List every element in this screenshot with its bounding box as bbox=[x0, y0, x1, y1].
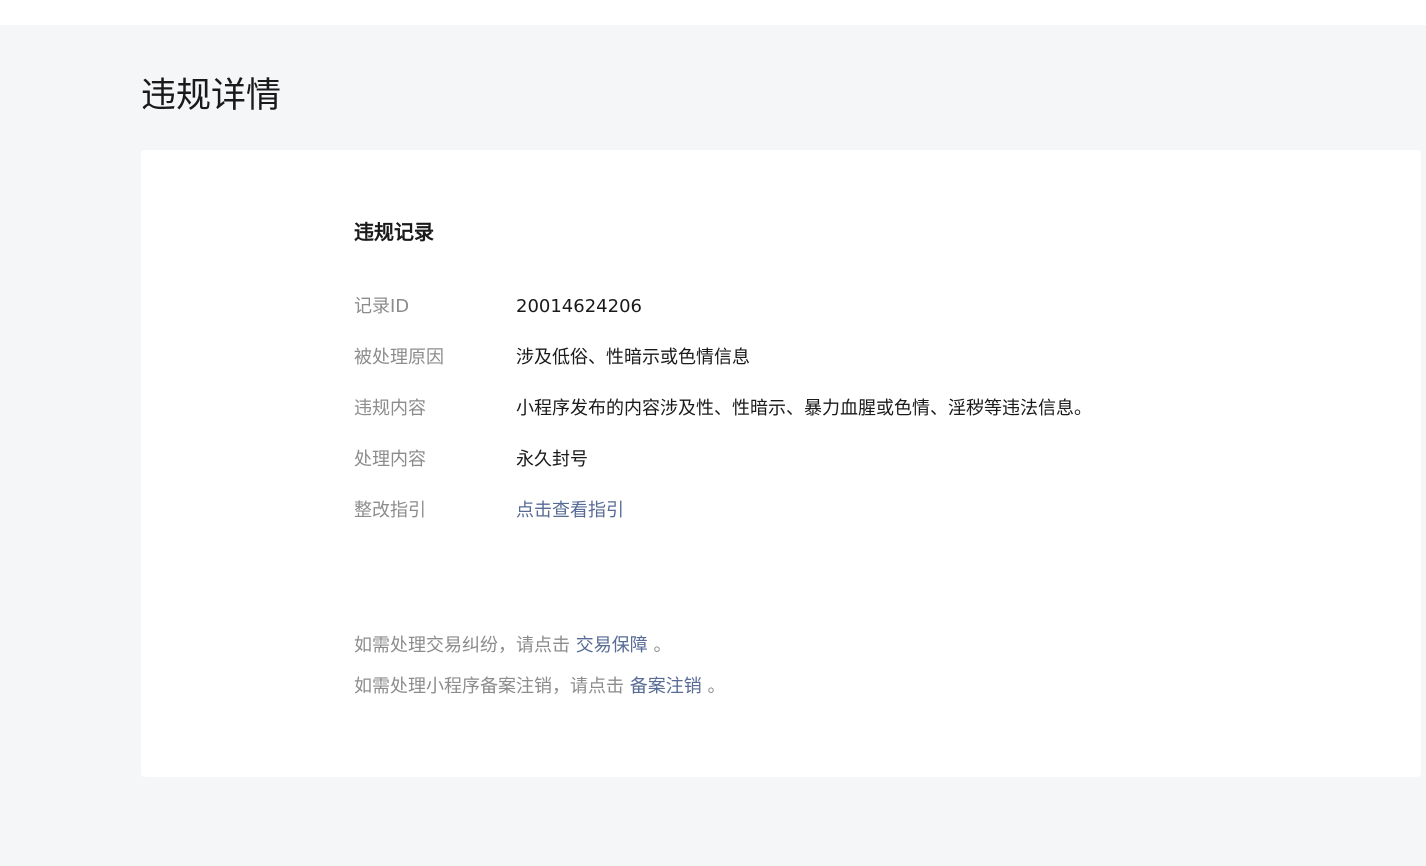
note-filing-cancel-prefix: 如需处理小程序备案注销，请点击 bbox=[354, 676, 630, 697]
help-notes: 如需处理交易纠纷，请点击 交易保障 。 如需处理小程序备案注销，请点击 备案注销… bbox=[354, 629, 725, 711]
note-trade-dispute: 如需处理交易纠纷，请点击 交易保障 。 bbox=[354, 629, 725, 670]
top-bar bbox=[0, 0, 1426, 25]
filing-cancellation-link[interactable]: 备案注销 bbox=[630, 676, 702, 697]
violation-content-label: 违规内容 bbox=[354, 398, 426, 419]
page-title: 违规详情 bbox=[141, 76, 282, 116]
info-row-record-id: 记录ID 20014624206 bbox=[354, 290, 1254, 341]
section-title-violation-record: 违规记录 bbox=[354, 220, 434, 244]
info-row-handling: 处理内容 永久封号 bbox=[354, 443, 1254, 494]
reason-label: 被处理原因 bbox=[354, 347, 444, 368]
info-row-guide: 整改指引 点击查看指引 bbox=[354, 494, 1254, 545]
handling-label: 处理内容 bbox=[354, 449, 426, 470]
note-filing-cancel: 如需处理小程序备案注销，请点击 备案注销 。 bbox=[354, 670, 725, 711]
handling-value: 永久封号 bbox=[516, 449, 588, 470]
reason-value: 涉及低俗、性暗示或色情信息 bbox=[516, 347, 750, 368]
guide-label: 整改指引 bbox=[354, 500, 426, 521]
info-row-violation-content: 违规内容 小程序发布的内容涉及性、性暗示、暴力血腥或色情、淫秽等违法信息。 bbox=[354, 392, 1254, 443]
view-guide-link[interactable]: 点击查看指引 bbox=[516, 494, 624, 528]
trade-protection-link[interactable]: 交易保障 bbox=[576, 635, 648, 656]
note-trade-dispute-prefix: 如需处理交易纠纷，请点击 bbox=[354, 635, 576, 656]
violation-detail-card: 违规记录 记录ID 20014624206 被处理原因 涉及低俗、性暗示或色情信… bbox=[141, 150, 1421, 777]
note-trade-dispute-suffix: 。 bbox=[647, 635, 672, 656]
violation-content-value: 小程序发布的内容涉及性、性暗示、暴力血腥或色情、淫秽等违法信息。 bbox=[516, 398, 1092, 419]
violation-info-list: 记录ID 20014624206 被处理原因 涉及低俗、性暗示或色情信息 违规内… bbox=[354, 290, 1254, 545]
info-row-reason: 被处理原因 涉及低俗、性暗示或色情信息 bbox=[354, 341, 1254, 392]
record-id-value: 20014624206 bbox=[516, 296, 642, 317]
note-filing-cancel-suffix: 。 bbox=[701, 676, 726, 697]
record-id-label: 记录ID bbox=[354, 296, 410, 317]
